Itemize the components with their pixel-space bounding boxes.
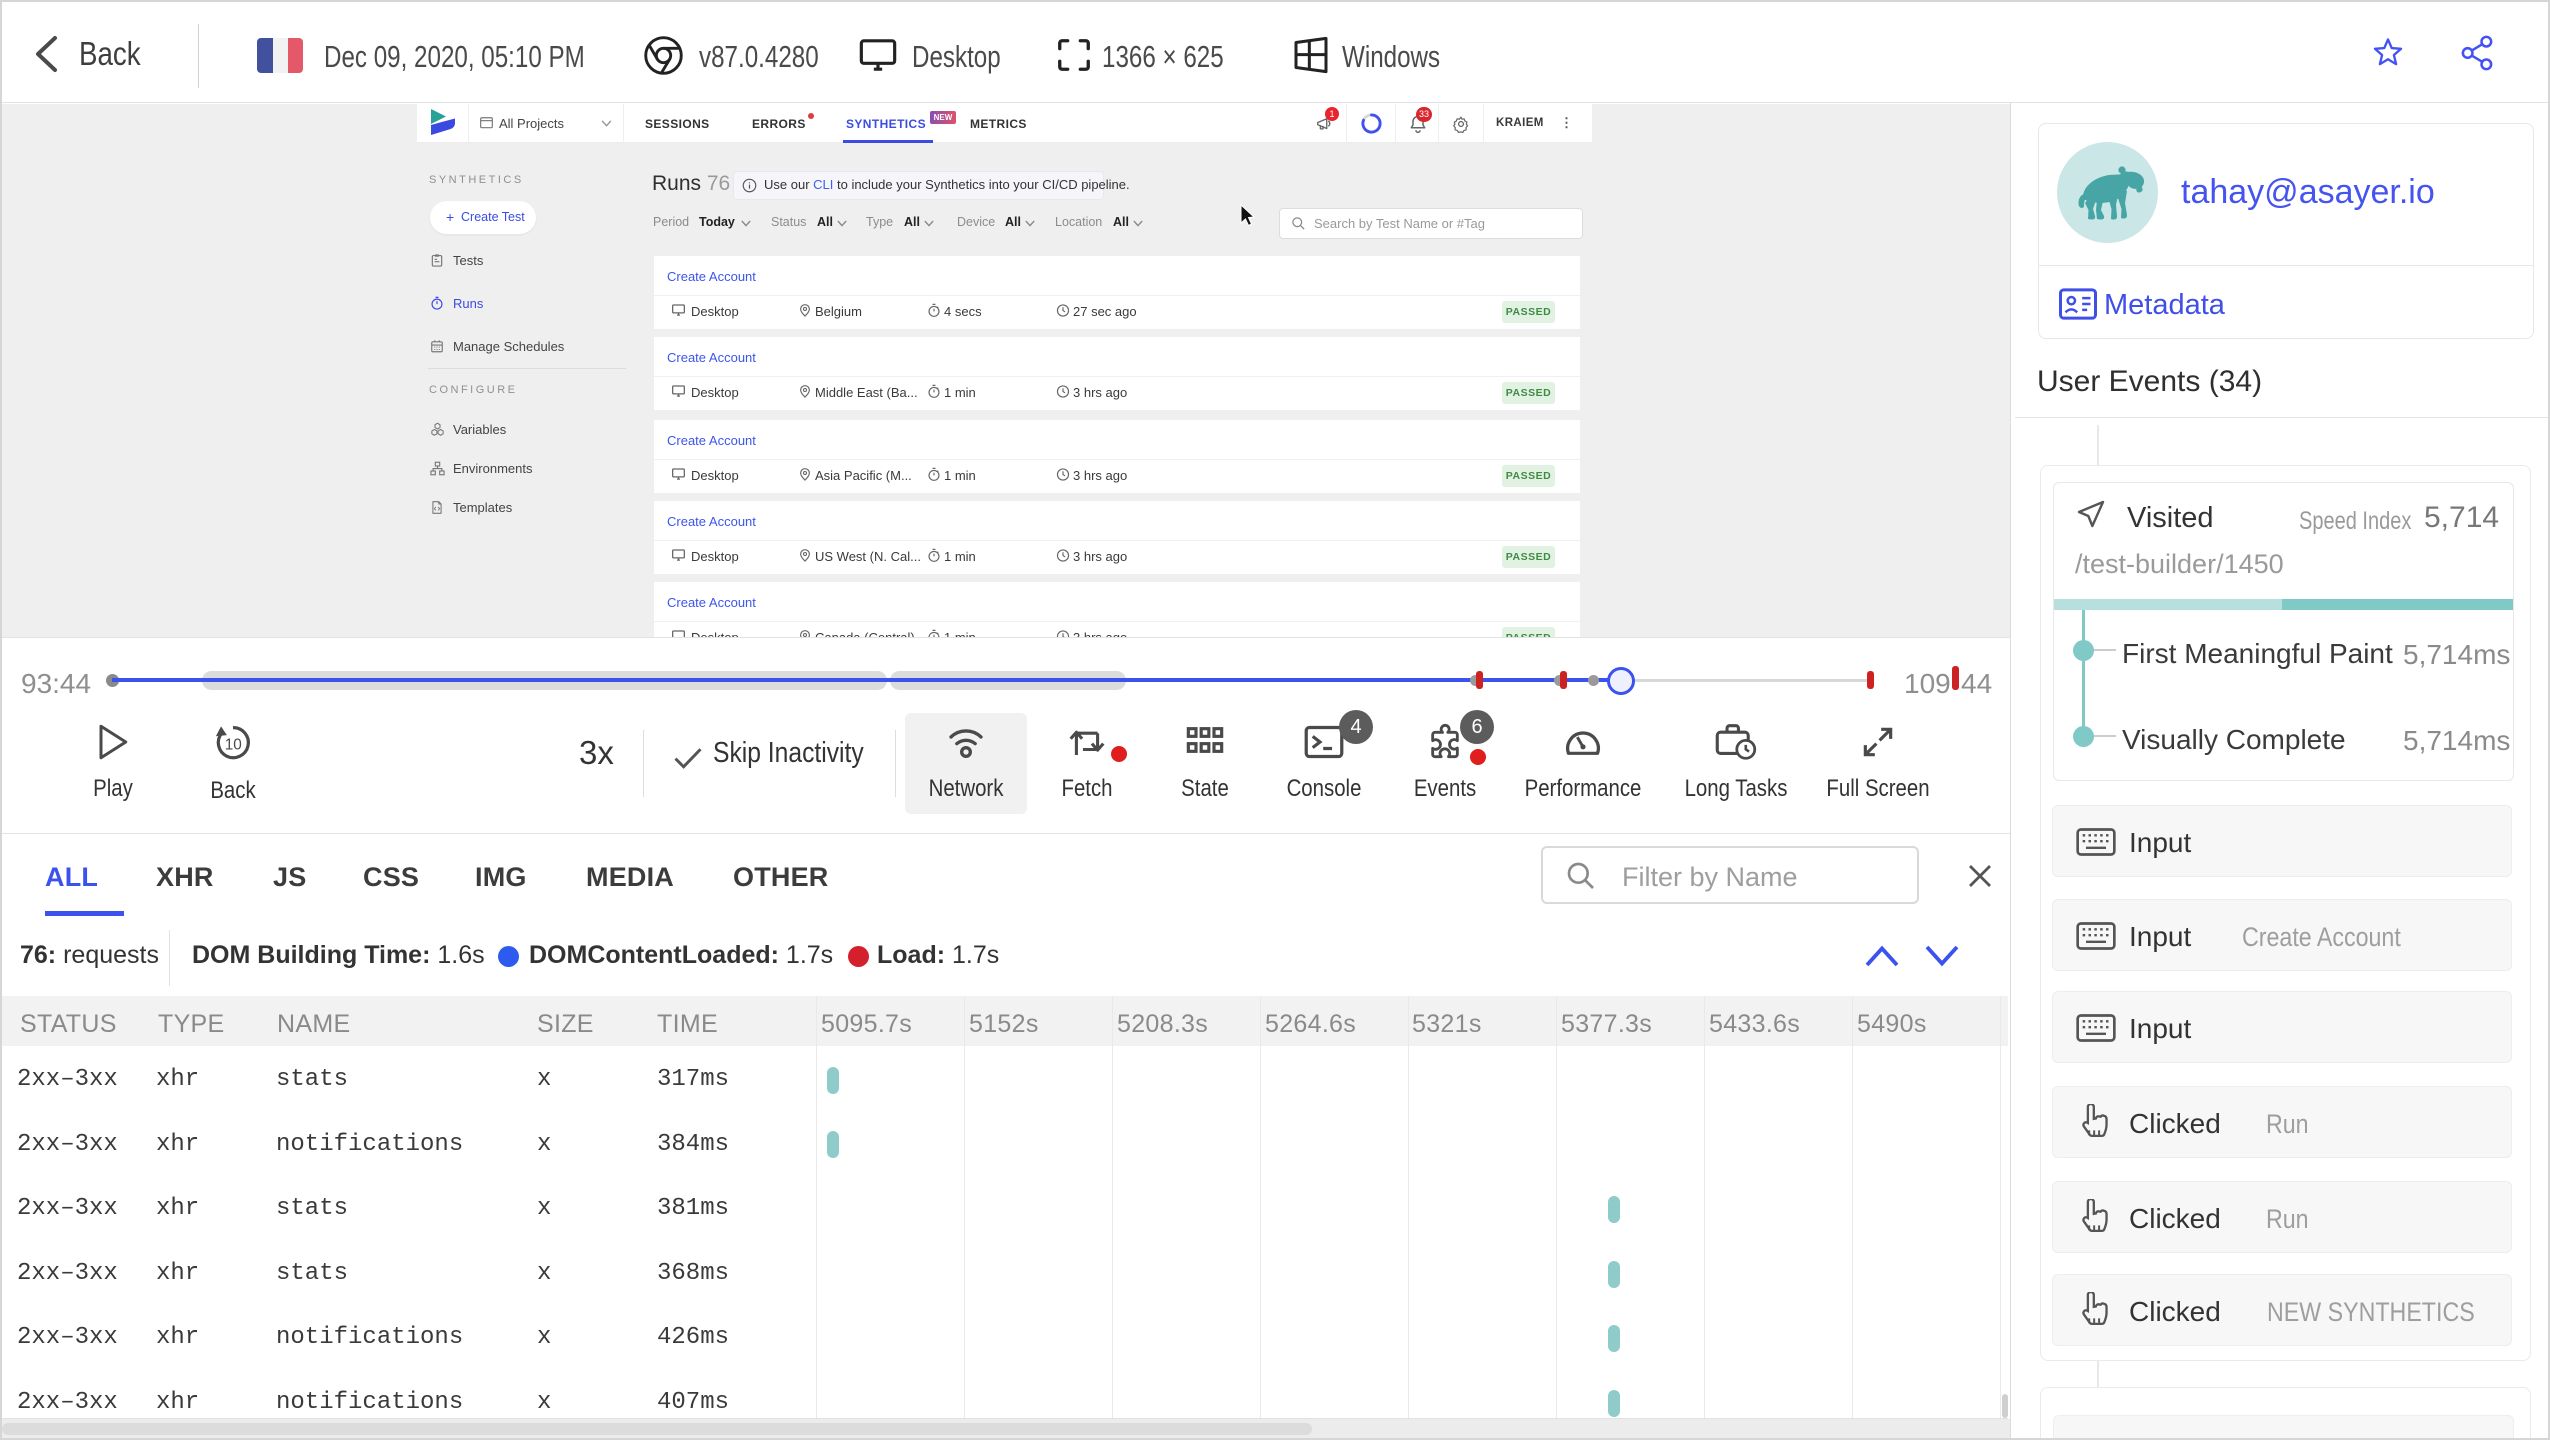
svg-text:10: 10 [225, 736, 242, 753]
